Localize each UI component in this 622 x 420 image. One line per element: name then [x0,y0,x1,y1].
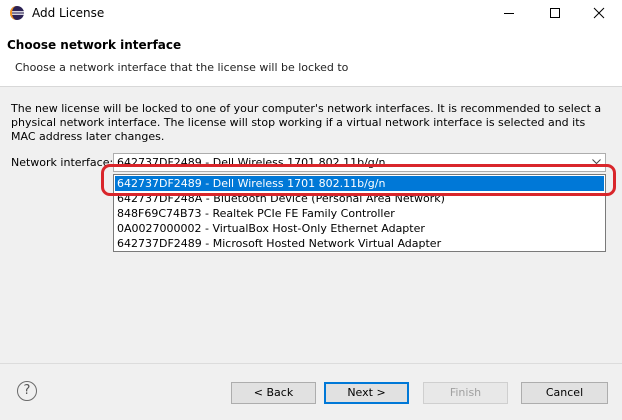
dropdown-option[interactable]: 642737DF2489 - Dell Wireless 1701 802.11… [115,176,604,191]
wizard-banner: Choose network interface Choose a networ… [0,26,622,87]
dropdown-option[interactable]: 0A0027000002 - VirtualBox Host-Only Ethe… [115,221,604,236]
footer-divider [0,363,622,364]
dropdown-option[interactable]: 642737DF248A - Bluetooth Device (Persona… [115,191,604,206]
next-button[interactable]: Next > [324,382,409,404]
page-title: Choose network interface [7,38,182,52]
dropdown-option[interactable]: 848F69C74B73 - Realtek PCIe FE Family Co… [115,206,604,221]
chevron-down-icon [592,159,601,165]
back-button[interactable]: < Back [231,382,316,404]
close-icon [593,7,605,19]
info-text: The new license will be locked to one of… [11,102,602,143]
help-button[interactable]: ? [17,381,37,401]
window-title: Add License [32,6,105,20]
dropdown-option[interactable]: 642737DF2489 - Microsoft Hosted Network … [115,236,604,251]
finish-button[interactable]: Finish [423,382,508,404]
maximize-button[interactable] [532,0,578,26]
page-description: Choose a network interface that the lice… [15,61,349,74]
network-interface-combo[interactable]: 642737DF2489 - Dell Wireless 1701 802.11… [113,153,606,172]
combo-selected-value: 642737DF2489 - Dell Wireless 1701 802.11… [117,156,386,169]
minimize-button[interactable] [486,0,532,26]
network-interface-label: Network interface: [11,156,114,169]
network-interface-dropdown: 642737DF2489 - Dell Wireless 1701 802.11… [113,174,606,252]
title-bar: Add License [0,0,622,26]
close-button[interactable] [576,0,622,26]
minimize-icon [504,13,514,14]
cancel-button[interactable]: Cancel [521,382,608,404]
maximize-icon [550,8,560,18]
eclipse-icon [10,6,24,20]
